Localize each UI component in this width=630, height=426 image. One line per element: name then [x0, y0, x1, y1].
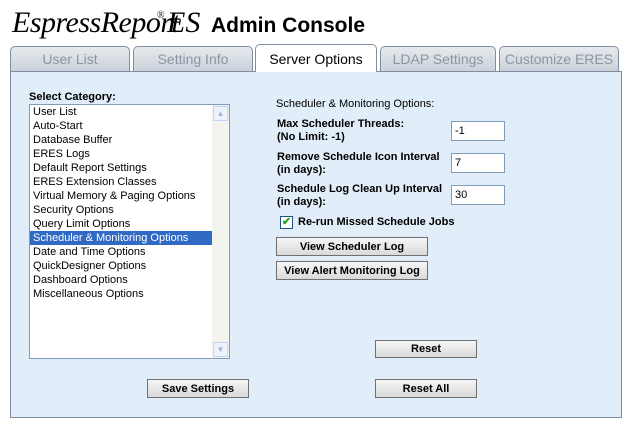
tab-customize-eres[interactable]: Customize ERES [499, 46, 619, 72]
remove-icon-interval-label: Remove Schedule Icon Interval (in days): [277, 151, 440, 177]
category-list-item[interactable]: Database Buffer [30, 133, 212, 147]
logo-text: EspressReport [12, 6, 180, 39]
remove-icon-label-line2: (in days): [277, 164, 326, 176]
max-threads-input[interactable] [451, 121, 505, 141]
scroll-down-arrow-icon[interactable]: ▼ [213, 342, 228, 357]
category-list-item[interactable]: Miscellaneous Options [30, 287, 212, 301]
category-list: User List Auto-Start Database Buffer ERES L… [30, 105, 212, 301]
tab-bar: User List Setting Info Server Options LD… [10, 44, 622, 72]
save-settings-button[interactable]: Save Settings [147, 379, 249, 398]
page-title: Admin Console [211, 14, 366, 37]
category-list-item[interactable]: Security Options [30, 203, 212, 217]
category-list-item[interactable]: Auto-Start [30, 119, 212, 133]
max-threads-label: Max Scheduler Threads: (No Limit: -1) [277, 118, 404, 144]
category-list-item[interactable]: Default Report Settings [30, 161, 212, 175]
category-list-item[interactable]: Query Limit Options [30, 217, 212, 231]
remove-icon-label-line1: Remove Schedule Icon Interval [277, 151, 440, 163]
category-list-item[interactable]: Virtual Memory & Paging Options [30, 189, 212, 203]
category-list-item[interactable]: User List [30, 105, 212, 119]
remove-icon-interval-input[interactable] [451, 153, 505, 173]
logo-es-text: ES [167, 6, 201, 39]
log-cleanup-label-line2: (in days): [277, 196, 326, 208]
category-scrollbar[interactable]: ▲ ▼ [212, 105, 229, 358]
rerun-missed-jobs-checkbox[interactable]: ✔ [280, 216, 293, 229]
tab-setting-info[interactable]: Setting Info [133, 46, 253, 72]
reset-button[interactable]: Reset [375, 340, 477, 358]
category-list-item[interactable]: QuickDesigner Options [30, 259, 212, 273]
tab-user-list[interactable]: User List [10, 46, 130, 72]
reset-all-button[interactable]: Reset All [375, 379, 477, 398]
rerun-missed-jobs-label: Re-run Missed Schedule Jobs [298, 216, 455, 228]
log-cleanup-label-line1: Schedule Log Clean Up Interval [277, 183, 443, 195]
max-threads-label-line1: Max Scheduler Threads: [277, 118, 405, 130]
tab-server-options[interactable]: Server Options [255, 44, 377, 72]
category-list-item[interactable]: ERES Extension Classes [30, 175, 212, 189]
log-cleanup-interval-input[interactable] [451, 185, 505, 205]
select-category-label: Select Category: [29, 91, 116, 103]
category-list-item[interactable]: Scheduler & Monitoring Options [30, 231, 212, 245]
log-cleanup-interval-label: Schedule Log Clean Up Interval (in days)… [277, 183, 442, 209]
max-threads-label-line2: (No Limit: -1) [277, 131, 345, 143]
view-alert-monitoring-log-button[interactable]: View Alert Monitoring Log [276, 261, 428, 280]
logo-registered-mark: ® [157, 10, 165, 21]
tab-ldap-settings[interactable]: LDAP Settings [380, 46, 496, 72]
category-list-item[interactable]: Dashboard Options [30, 273, 212, 287]
app-header: EspressReport ® ES Admin Console [0, 0, 630, 46]
category-listbox[interactable]: User List Auto-Start Database Buffer ERES L… [29, 104, 230, 359]
scroll-up-arrow-icon[interactable]: ▲ [213, 106, 228, 121]
view-scheduler-log-button[interactable]: View Scheduler Log [276, 237, 428, 256]
category-list-item[interactable]: ERES Logs [30, 147, 212, 161]
section-title: Scheduler & Monitoring Options: [276, 98, 435, 110]
category-list-item[interactable]: Date and Time Options [30, 245, 212, 259]
checkmark-icon: ✔ [281, 216, 292, 228]
